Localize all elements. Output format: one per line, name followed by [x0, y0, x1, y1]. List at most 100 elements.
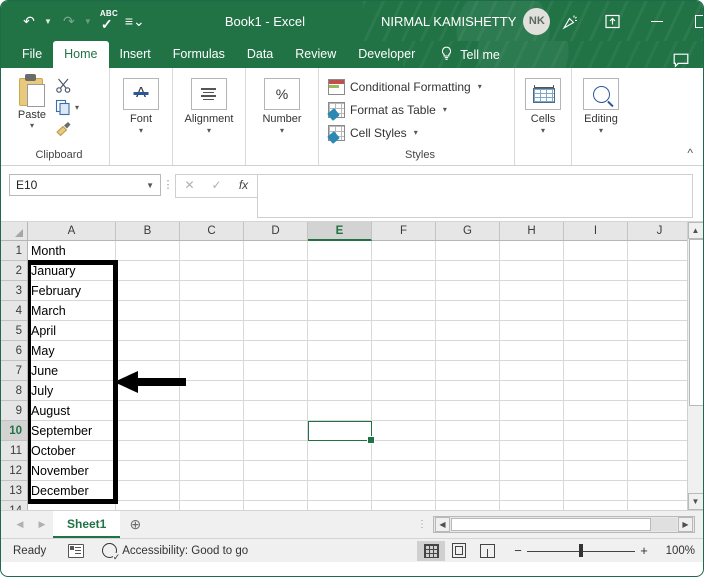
- cell-F14[interactable]: [372, 501, 436, 510]
- cell-C1[interactable]: [180, 241, 244, 261]
- zoom-level[interactable]: 100%: [653, 545, 695, 557]
- accessibility-status[interactable]: Accessibility: Good to go: [102, 543, 248, 562]
- cell-F6[interactable]: [372, 341, 436, 361]
- cell-G4[interactable]: [436, 301, 500, 321]
- column-header-G[interactable]: G: [436, 222, 500, 240]
- cell-C9[interactable]: [180, 401, 244, 421]
- normal-view-icon[interactable]: [417, 540, 445, 561]
- cell-J7[interactable]: [628, 361, 687, 381]
- cell-F13[interactable]: [372, 481, 436, 501]
- cell-A11[interactable]: October: [28, 441, 116, 461]
- tab-insert[interactable]: Insert: [109, 41, 162, 68]
- row-header-14[interactable]: 14: [1, 501, 27, 510]
- cell-I13[interactable]: [564, 481, 628, 501]
- cell-H11[interactable]: [500, 441, 564, 461]
- cell-E8[interactable]: [308, 381, 372, 401]
- cell-H4[interactable]: [500, 301, 564, 321]
- cell-E6[interactable]: [308, 341, 372, 361]
- row-header-12[interactable]: 12: [1, 461, 27, 481]
- cell-H14[interactable]: [500, 501, 564, 510]
- cell-C11[interactable]: [180, 441, 244, 461]
- cell-E5[interactable]: [308, 321, 372, 341]
- cell-J5[interactable]: [628, 321, 687, 341]
- horizontal-scroll-thumb[interactable]: [451, 518, 651, 531]
- row-header-9[interactable]: 9: [1, 401, 27, 421]
- sheet-bar-split-handle[interactable]: ⋮: [417, 519, 433, 530]
- column-header-B[interactable]: B: [116, 222, 180, 240]
- row-header-2[interactable]: 2: [1, 261, 27, 281]
- cell-I5[interactable]: [564, 321, 628, 341]
- tab-formulas[interactable]: Formulas: [162, 41, 236, 68]
- cell-H5[interactable]: [500, 321, 564, 341]
- cells-button[interactable]: [525, 78, 561, 110]
- maximize-button[interactable]: [679, 4, 703, 38]
- collapse-ribbon-icon[interactable]: ^: [687, 146, 693, 160]
- cell-D3[interactable]: [244, 281, 308, 301]
- scroll-down-icon[interactable]: ▼: [687, 493, 703, 510]
- column-header-H[interactable]: H: [500, 222, 564, 240]
- cell-G12[interactable]: [436, 461, 500, 481]
- cancel-icon[interactable]: ✕: [176, 175, 203, 195]
- cell-J11[interactable]: [628, 441, 687, 461]
- cell-A9[interactable]: August: [28, 401, 116, 421]
- cell-G11[interactable]: [436, 441, 500, 461]
- cell-G1[interactable]: [436, 241, 500, 261]
- cut-scissors-icon[interactable]: [55, 77, 73, 95]
- column-header-A[interactable]: A: [28, 222, 116, 240]
- cell-I6[interactable]: [564, 341, 628, 361]
- cell-E12[interactable]: [308, 461, 372, 481]
- cell-G2[interactable]: [436, 261, 500, 281]
- previous-sheet-icon[interactable]: ◀: [9, 514, 31, 536]
- cell-A8[interactable]: July: [28, 381, 116, 401]
- cell-H7[interactable]: [500, 361, 564, 381]
- cell-D11[interactable]: [244, 441, 308, 461]
- cell-H9[interactable]: [500, 401, 564, 421]
- font-button[interactable]: A: [123, 78, 159, 110]
- cell-F10[interactable]: [372, 421, 436, 441]
- page-layout-view-icon[interactable]: [445, 541, 473, 561]
- cell-C12[interactable]: [180, 461, 244, 481]
- cell-E14[interactable]: [308, 501, 372, 510]
- row-header-8[interactable]: 8: [1, 381, 27, 401]
- cell-D2[interactable]: [244, 261, 308, 281]
- paste-button[interactable]: Paste ▾: [9, 72, 55, 131]
- row-header-13[interactable]: 13: [1, 481, 27, 501]
- cell-styles-chevron-down-icon[interactable]: ▾: [414, 128, 418, 137]
- cell-styles-button[interactable]: Cell Styles ▾: [326, 121, 514, 144]
- minimize-button[interactable]: [634, 4, 679, 38]
- cell-B7[interactable]: [116, 361, 180, 381]
- cell-I10[interactable]: [564, 421, 628, 441]
- next-sheet-icon[interactable]: ▶: [31, 514, 53, 536]
- cell-F3[interactable]: [372, 281, 436, 301]
- row-header-3[interactable]: 3: [1, 281, 27, 301]
- cell-B8[interactable]: [116, 381, 180, 401]
- vertical-scrollbar[interactable]: ▲ ▼: [687, 222, 703, 510]
- cell-A1[interactable]: Month: [28, 241, 116, 261]
- sheet-tab-sheet1[interactable]: Sheet1: [53, 511, 121, 538]
- scroll-right-icon[interactable]: ▶: [678, 517, 693, 532]
- tell-me-search[interactable]: Tell me: [426, 41, 510, 68]
- tab-home[interactable]: Home: [53, 41, 109, 68]
- avatar[interactable]: NK: [523, 7, 551, 35]
- tab-review[interactable]: Review: [284, 41, 347, 68]
- cell-E13[interactable]: [308, 481, 372, 501]
- column-header-D[interactable]: D: [244, 222, 308, 240]
- cell-C13[interactable]: [180, 481, 244, 501]
- cell-H13[interactable]: [500, 481, 564, 501]
- horizontal-scrollbar[interactable]: ◀ ▶: [433, 516, 695, 533]
- cell-E2[interactable]: [308, 261, 372, 281]
- column-header-E[interactable]: E: [308, 222, 372, 241]
- copy-icon[interactable]: [55, 99, 73, 117]
- cell-I12[interactable]: [564, 461, 628, 481]
- row-header-11[interactable]: 11: [1, 441, 27, 461]
- cell-H1[interactable]: [500, 241, 564, 261]
- zoom-in-button[interactable]: +: [635, 543, 653, 558]
- row-header-7[interactable]: 7: [1, 361, 27, 381]
- cell-A4[interactable]: March: [28, 301, 116, 321]
- cell-G10[interactable]: [436, 421, 500, 441]
- cell-J3[interactable]: [628, 281, 687, 301]
- editing-chevron-down-icon[interactable]: ▾: [583, 125, 619, 136]
- cell-D9[interactable]: [244, 401, 308, 421]
- cell-J8[interactable]: [628, 381, 687, 401]
- cell-H8[interactable]: [500, 381, 564, 401]
